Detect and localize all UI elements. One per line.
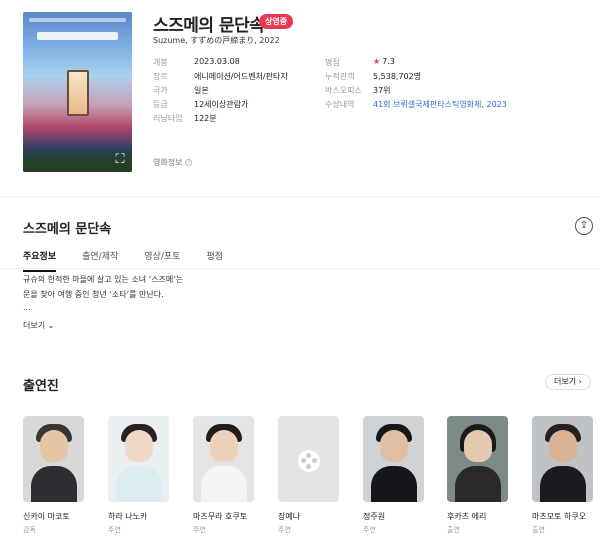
cast-photo bbox=[363, 416, 424, 502]
movie-info-link[interactable]: 영화정보 i bbox=[153, 157, 193, 168]
cast-photo-placeholder bbox=[278, 416, 339, 502]
cast-name: 마츠무라 호쿠토 bbox=[193, 512, 248, 521]
synopsis-ellipsis: ... bbox=[23, 303, 31, 312]
detail-value: 2023.03.08 bbox=[194, 57, 240, 66]
chevron-down-icon: ⌄ bbox=[47, 321, 55, 330]
expand-icon[interactable]: ⛶ bbox=[112, 152, 128, 168]
cast-role: 주연 bbox=[193, 526, 206, 534]
detail-score: 평점 ★ 7.3 bbox=[325, 57, 395, 68]
detail-rating-grade: 등급 12세이상관람가 bbox=[153, 99, 248, 110]
cast-card[interactable]: 장예나 주연 bbox=[278, 416, 339, 535]
detail-awards: 수상내역 41회 브뤼셀국제판타스틱영화제, 2023 bbox=[325, 99, 507, 110]
detail-genre: 장르 애니메이션/어드벤처/판타지 bbox=[153, 71, 288, 82]
divider bbox=[0, 196, 600, 197]
poster-tagline bbox=[29, 18, 126, 22]
movie-title: 스즈메의 문단속 bbox=[153, 16, 265, 36]
status-badge: 상영중 bbox=[259, 14, 294, 29]
detail-label: 평점 bbox=[325, 58, 340, 67]
cast-card[interactable]: 정주원 주연 bbox=[363, 416, 424, 535]
cast-more-button[interactable]: 더보기 › bbox=[545, 374, 591, 390]
detail-country: 국가 일본 bbox=[153, 85, 209, 96]
info-icon: i bbox=[185, 159, 193, 166]
cast-name: 장예나 bbox=[278, 512, 301, 521]
cast-role: 감독 bbox=[23, 526, 36, 534]
more-label: 더보기 bbox=[554, 377, 577, 386]
chevron-right-icon: › bbox=[578, 377, 582, 386]
section-title: 스즈메의 문단속 bbox=[23, 222, 112, 237]
cast-photo bbox=[193, 416, 254, 502]
detail-value: 12세이상관람가 bbox=[194, 100, 249, 109]
movie-poster[interactable]: ⛶ bbox=[23, 12, 132, 172]
info-label: 영화정보 bbox=[153, 158, 183, 167]
detail-value: 5,538,702명 bbox=[373, 72, 422, 81]
detail-boxoffice: 박스오피스 37위 bbox=[325, 85, 391, 96]
cast-role: 주연 bbox=[278, 526, 291, 534]
cast-card[interactable]: 하라 나노카 주연 bbox=[108, 416, 169, 535]
star-icon: ★ bbox=[373, 57, 381, 66]
detail-runtime: 러닝타임 122분 bbox=[153, 113, 217, 124]
synopsis-line: 문을 찾아 여행 중인 청년 ‘소타’를 만난다. bbox=[23, 290, 164, 299]
detail-audience: 누적관객 5,538,702명 bbox=[325, 71, 421, 82]
cast-role: 주연 bbox=[363, 526, 376, 534]
cast-card[interactable]: 후카츠 에리 출연 bbox=[447, 416, 508, 535]
award-link[interactable]: 41회 브뤼셀국제판타스틱영화제, 2023 bbox=[373, 99, 507, 110]
cast-card[interactable]: 신카이 마코토 감독 bbox=[23, 416, 84, 535]
detail-label: 개봉 bbox=[153, 58, 168, 67]
detail-label: 러닝타임 bbox=[153, 114, 183, 123]
cast-role: 주연 bbox=[108, 526, 121, 534]
poster-door-art bbox=[67, 70, 89, 116]
cast-name: 신카이 마코토 bbox=[23, 512, 70, 521]
cast-photo bbox=[23, 416, 84, 502]
movie-subtitle: Suzume, すずめの戸締まり, 2022 bbox=[153, 36, 280, 45]
cast-title: 출연진 bbox=[23, 379, 59, 394]
cast-card[interactable]: 마츠모토 하쿠오 출연 bbox=[532, 416, 593, 535]
cast-photo bbox=[532, 416, 593, 502]
detail-label: 박스오피스 bbox=[325, 86, 362, 95]
detail-value: 37위 bbox=[373, 86, 391, 95]
detail-value: 애니메이션/어드벤처/판타지 bbox=[194, 72, 288, 81]
detail-label: 등급 bbox=[153, 100, 168, 109]
cast-card[interactable]: 마츠무라 호쿠토 주연 bbox=[193, 416, 254, 535]
detail-label: 국가 bbox=[153, 86, 168, 95]
synopsis-line: 규슈의 한적한 마을에 살고 있는 소녀 ‘스즈메’는 bbox=[23, 275, 184, 284]
tab-divider bbox=[0, 268, 600, 269]
poster-title-art bbox=[37, 32, 118, 40]
share-icon[interactable]: ⇪ bbox=[575, 217, 593, 235]
synopsis-more-button[interactable]: 더보기 ⌄ bbox=[23, 320, 54, 331]
detail-label: 수상내역 bbox=[325, 100, 355, 109]
cast-name: 하라 나노카 bbox=[108, 512, 148, 521]
more-label: 더보기 bbox=[23, 321, 46, 330]
detail-label: 누적관객 bbox=[325, 72, 355, 81]
detail-value: 122분 bbox=[194, 114, 217, 123]
film-reel-icon bbox=[298, 450, 320, 472]
cast-name: 정주원 bbox=[363, 512, 386, 521]
cast-name: 후카츠 에리 bbox=[447, 512, 487, 521]
detail-release: 개봉 2023.03.08 bbox=[153, 57, 240, 68]
cast-photo bbox=[108, 416, 169, 502]
cast-role: 출연 bbox=[447, 526, 460, 534]
detail-label: 장르 bbox=[153, 72, 168, 81]
detail-value: 일본 bbox=[194, 86, 209, 95]
cast-role: 출연 bbox=[532, 526, 545, 534]
cast-name: 마츠모토 하쿠오 bbox=[532, 512, 587, 521]
score-value: 7.3 bbox=[382, 57, 395, 66]
cast-photo bbox=[447, 416, 508, 502]
